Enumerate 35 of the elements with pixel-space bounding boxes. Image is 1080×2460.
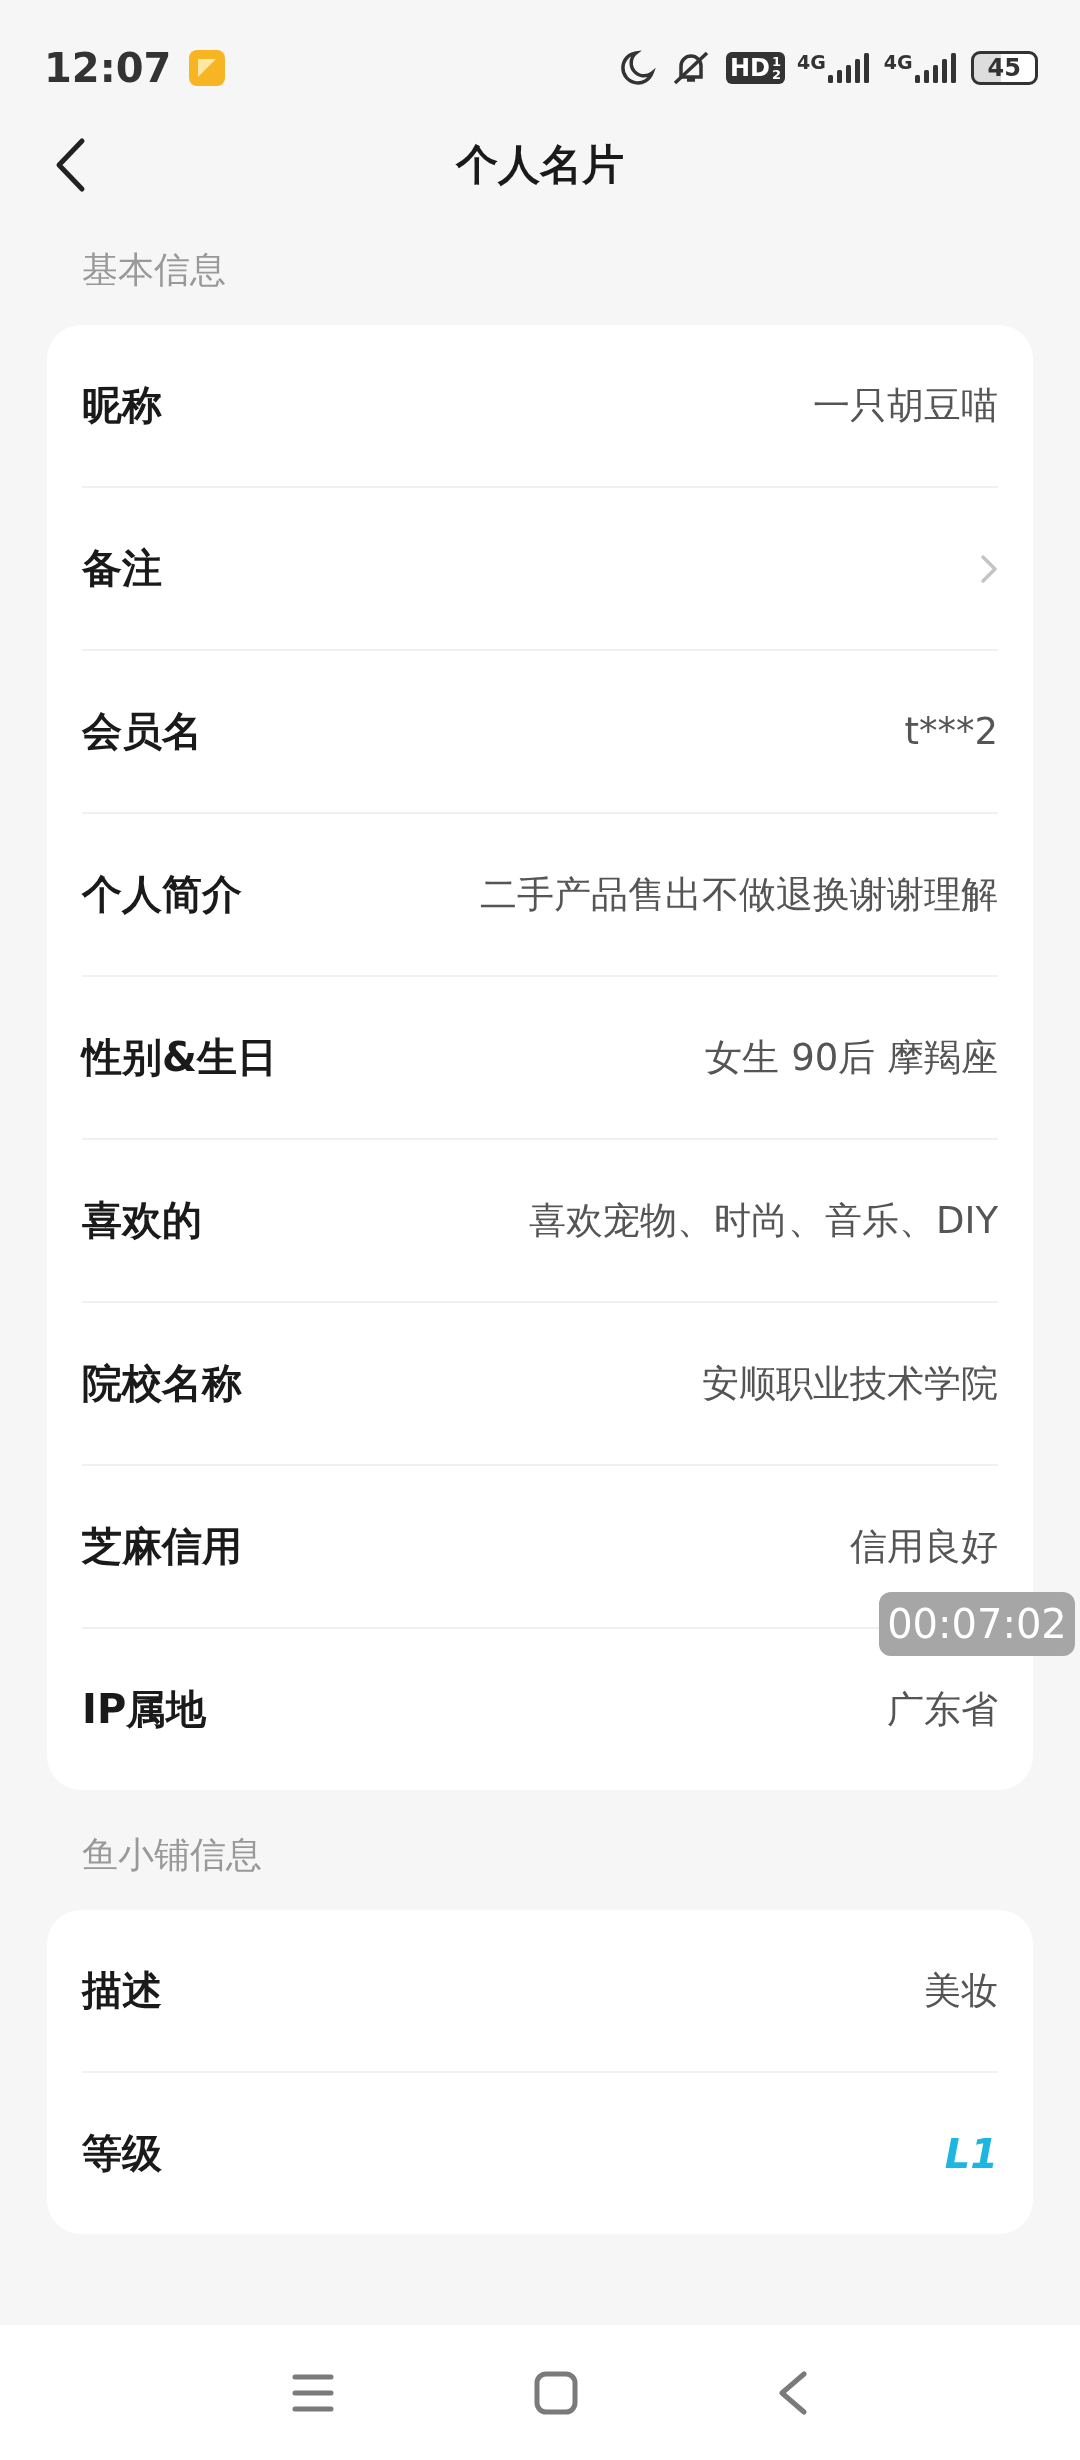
network-type: 4G bbox=[796, 50, 826, 73]
battery-indicator: 45 bbox=[970, 50, 1038, 85]
field-value: 女生 90后 摩羯座 bbox=[705, 1034, 998, 1081]
timer-overlay: 00:07:02 bbox=[879, 1592, 1075, 1656]
field-label: IP属地 bbox=[82, 1685, 207, 1734]
field-label: 性别&生日 bbox=[82, 1033, 277, 1082]
page-title: 个人名片 bbox=[456, 139, 624, 191]
field-value: 信用良好 bbox=[850, 1523, 998, 1570]
status-time: 12:07 bbox=[44, 44, 172, 91]
section-title: 鱼小铺信息 bbox=[81, 1833, 263, 1877]
network-type: 4G bbox=[883, 50, 913, 73]
field-label: 描述 bbox=[82, 1966, 162, 2015]
field-value: t***2 bbox=[904, 710, 998, 753]
field-label: 会员名 bbox=[82, 707, 202, 756]
menu-icon[interactable] bbox=[292, 2372, 334, 2413]
field-label: 等级 bbox=[82, 2129, 162, 2178]
field-label: 个人简介 bbox=[82, 870, 242, 919]
signal-icon bbox=[825, 50, 872, 85]
field-label: 喜欢的 bbox=[82, 1196, 202, 1245]
field-label: 备注 bbox=[82, 544, 162, 593]
field-value: 二手产品售出不做退换谢谢理解 bbox=[480, 871, 998, 918]
back-icon[interactable] bbox=[54, 137, 86, 193]
section-title: 基本信息 bbox=[81, 248, 227, 292]
field-label: 昵称 bbox=[82, 381, 162, 430]
field-value: 喜欢宠物、时尚、音乐、DIY bbox=[529, 1197, 998, 1244]
field-label: 院校名称 bbox=[82, 1359, 242, 1408]
signal-icon bbox=[912, 50, 959, 85]
field-value: 一只胡豆喵 bbox=[813, 382, 998, 429]
notification-app-icon bbox=[189, 49, 226, 86]
level-label: L1 bbox=[944, 2130, 998, 2177]
field-value: 安顺职业技术学院 bbox=[702, 1360, 998, 1407]
home-icon[interactable] bbox=[534, 2370, 578, 2415]
field-label: 芝麻信用 bbox=[82, 1522, 242, 1571]
field-value: 美妆 bbox=[924, 1967, 998, 2014]
field-value: 广东省 bbox=[887, 1686, 998, 1733]
